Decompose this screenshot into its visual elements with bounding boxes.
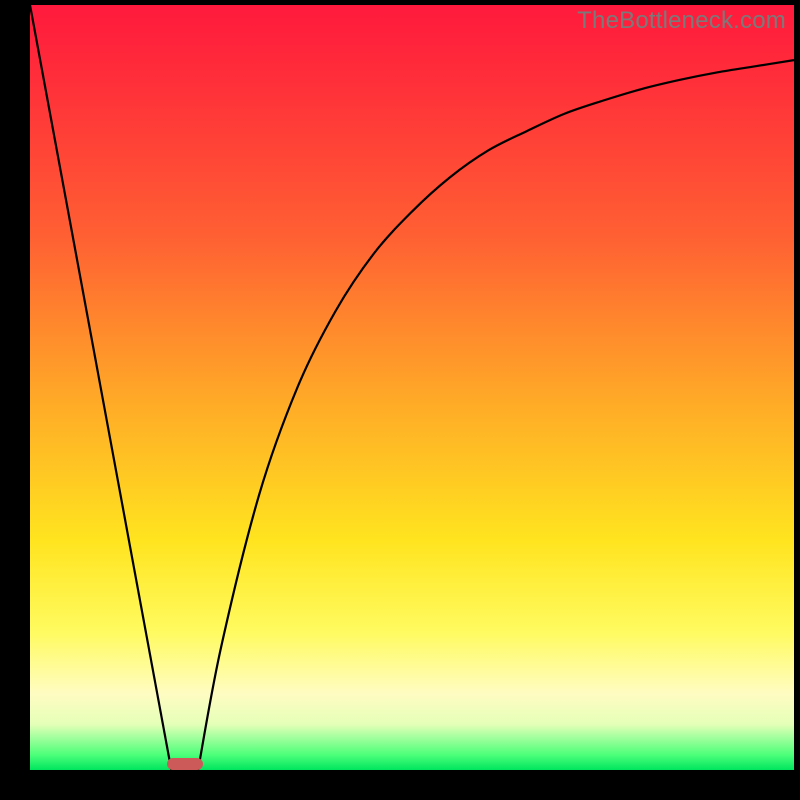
plot-area: TheBottleneck.com — [30, 5, 794, 770]
curve-layer — [30, 5, 794, 770]
chart-frame: TheBottleneck.com — [0, 0, 800, 800]
left-line-path — [30, 5, 171, 770]
bottom-marker — [167, 758, 204, 770]
right-curve-path — [198, 60, 794, 770]
